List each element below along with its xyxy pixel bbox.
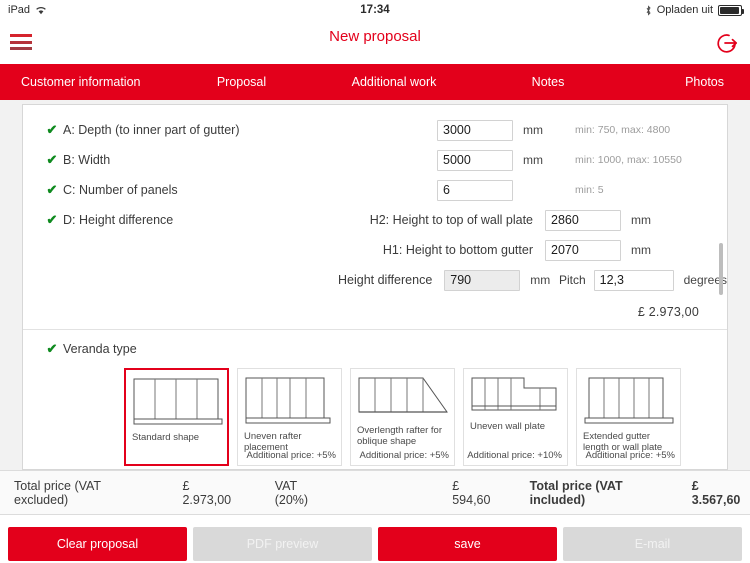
veranda-card-standard-shape[interactable]: Standard shape	[124, 368, 229, 466]
panel-scrollbar-track[interactable]	[719, 105, 725, 469]
veranda-card-caption: Overlength rafter for oblique shape	[357, 425, 443, 447]
field-row-depth: ✔ A: Depth (to inner part of gutter) mm …	[23, 119, 727, 141]
section-divider	[23, 329, 727, 330]
page-title: New proposal	[329, 28, 421, 45]
veranda-card-price: Additional price: +5%	[585, 450, 675, 461]
dimension-fields: ✔ A: Depth (to inner part of gutter) mm …	[23, 105, 727, 319]
h1-label: H1: Height to bottom gutter	[382, 243, 533, 257]
battery-status-label: Opladen uit	[656, 4, 713, 16]
width-label: B: Width	[63, 153, 111, 167]
tab-photos[interactable]: Photos	[623, 75, 750, 89]
tab-notes[interactable]: Notes	[473, 75, 623, 89]
total-incl-vat: Total price (VAT included) £ 3.567,60	[530, 471, 750, 514]
main-tab-bar: Customer information Proposal Additional…	[0, 64, 750, 100]
height-diff-input	[444, 269, 521, 291]
action-button-bar: Clear proposal PDF preview save E-mail	[0, 515, 750, 563]
total-incl-label: Total price (VAT included)	[529, 478, 623, 507]
panels-input[interactable]	[437, 179, 513, 201]
uneven-wall-plate-icon	[470, 376, 561, 418]
vat-label: VAT (20%)	[274, 478, 309, 507]
app-root: iPad 17:34 Opladen uit New proposal Cust…	[0, 0, 750, 563]
device-label: iPad	[8, 4, 31, 16]
pdf-preview-button[interactable]: PDF preview	[193, 527, 372, 561]
veranda-card-oblique-shape[interactable]: Overlength rafter for oblique shape Addi…	[350, 368, 455, 466]
navigation-bar: New proposal	[0, 20, 750, 64]
veranda-type-label: Veranda type	[63, 342, 137, 356]
h2-input[interactable]	[545, 209, 621, 231]
field-row-h1: H1: Height to bottom gutter mm	[23, 239, 727, 261]
email-button[interactable]: E-mail	[563, 527, 742, 561]
veranda-type-header: ✔ Veranda type	[23, 338, 727, 360]
proposal-form-panel: ✔ A: Depth (to inner part of gutter) mm …	[22, 104, 728, 470]
h2-label: H2: Height to top of wall plate	[369, 213, 533, 227]
tab-proposal[interactable]: Proposal	[168, 75, 315, 89]
oblique-shape-icon	[357, 376, 448, 422]
height-difference-label: D: Height difference	[63, 213, 174, 227]
panels-hint: min: 5	[575, 184, 604, 196]
width-hint: min: 1000, max: 10550	[575, 154, 682, 166]
uneven-rafter-icon	[244, 376, 335, 428]
veranda-card-caption: Standard shape	[132, 432, 200, 443]
total-excl-value: £ 2.973,00	[182, 478, 232, 507]
veranda-card-price: Additional price: +5%	[359, 450, 449, 461]
h1-input[interactable]	[545, 239, 621, 261]
panels-label: C: Number of panels	[63, 183, 178, 197]
field-row-height-top: ✔ D: Height difference H2: Height to top…	[23, 209, 727, 231]
check-icon: ✔	[46, 152, 58, 167]
totals-bar: Total price (VAT excluded) £ 2.973,00 VA…	[0, 470, 750, 515]
clear-proposal-button[interactable]: Clear proposal	[8, 527, 187, 561]
save-button[interactable]: save	[378, 527, 557, 561]
pitch-label: Pitch	[558, 273, 586, 287]
height-diff-label: Height difference	[338, 273, 433, 287]
depth-unit: mm	[523, 123, 543, 137]
logout-icon[interactable]	[714, 30, 740, 56]
check-icon: ✔	[46, 182, 58, 197]
h2-unit: mm	[631, 213, 651, 227]
status-left: iPad	[8, 4, 47, 16]
height-diff-unit: mm	[530, 273, 551, 287]
battery-icon	[718, 4, 744, 16]
veranda-type-options: Standard shape Uneven rafter placement A…	[23, 360, 727, 466]
depth-label: A: Depth (to inner part of gutter)	[63, 123, 240, 137]
veranda-card-price: Additional price: +10%	[467, 450, 562, 461]
check-icon: ✔	[46, 212, 58, 227]
depth-input[interactable]	[437, 119, 513, 141]
total-excl-label: Total price (VAT excluded)	[14, 478, 101, 507]
h1-unit: mm	[631, 243, 651, 257]
subtotal-price: £ 2.973,00	[637, 305, 699, 319]
wifi-icon	[35, 5, 47, 15]
tab-customer-information[interactable]: Customer information	[0, 75, 168, 89]
vat-amount: VAT (20%) £ 594,60	[275, 471, 500, 514]
depth-hint: min: 750, max: 4800	[575, 124, 671, 136]
veranda-card-uneven-wall-plate[interactable]: Uneven wall plate Additional price: +10%	[463, 368, 568, 466]
total-incl-value: £ 3.567,60	[691, 478, 741, 507]
pitch-input[interactable]	[593, 269, 674, 291]
extended-gutter-icon	[583, 376, 674, 428]
veranda-card-extended-gutter[interactable]: Extended gutter length or wall plate Add…	[576, 368, 681, 466]
field-row-panels: ✔ C: Number of panels min: 5	[23, 179, 727, 201]
status-clock: 17:34	[360, 4, 390, 16]
ios-status-bar: iPad 17:34 Opladen uit	[0, 0, 750, 20]
vat-value: £ 594,60	[452, 478, 491, 507]
panel-scrollbar-thumb[interactable]	[719, 243, 723, 295]
check-icon: ✔	[46, 341, 58, 356]
veranda-card-uneven-rafter[interactable]: Uneven rafter placement Additional price…	[237, 368, 342, 466]
check-icon: ✔	[46, 122, 58, 137]
content-area: ✔ A: Depth (to inner part of gutter) mm …	[0, 100, 750, 470]
standard-shape-icon	[132, 377, 223, 429]
veranda-card-price: Additional price: +5%	[246, 450, 336, 461]
field-row-width: ✔ B: Width mm min: 1000, max: 10550	[23, 149, 727, 171]
tab-additional-work[interactable]: Additional work	[315, 75, 473, 89]
bluetooth-icon	[645, 4, 652, 16]
veranda-card-caption: Uneven wall plate	[470, 421, 545, 432]
status-right: Opladen uit	[645, 4, 744, 16]
field-row-height-diff: Height difference mm Pitch degrees	[23, 269, 727, 291]
width-unit: mm	[523, 153, 543, 167]
width-input[interactable]	[437, 149, 513, 171]
total-excl-vat: Total price (VAT excluded) £ 2.973,00	[0, 471, 241, 514]
